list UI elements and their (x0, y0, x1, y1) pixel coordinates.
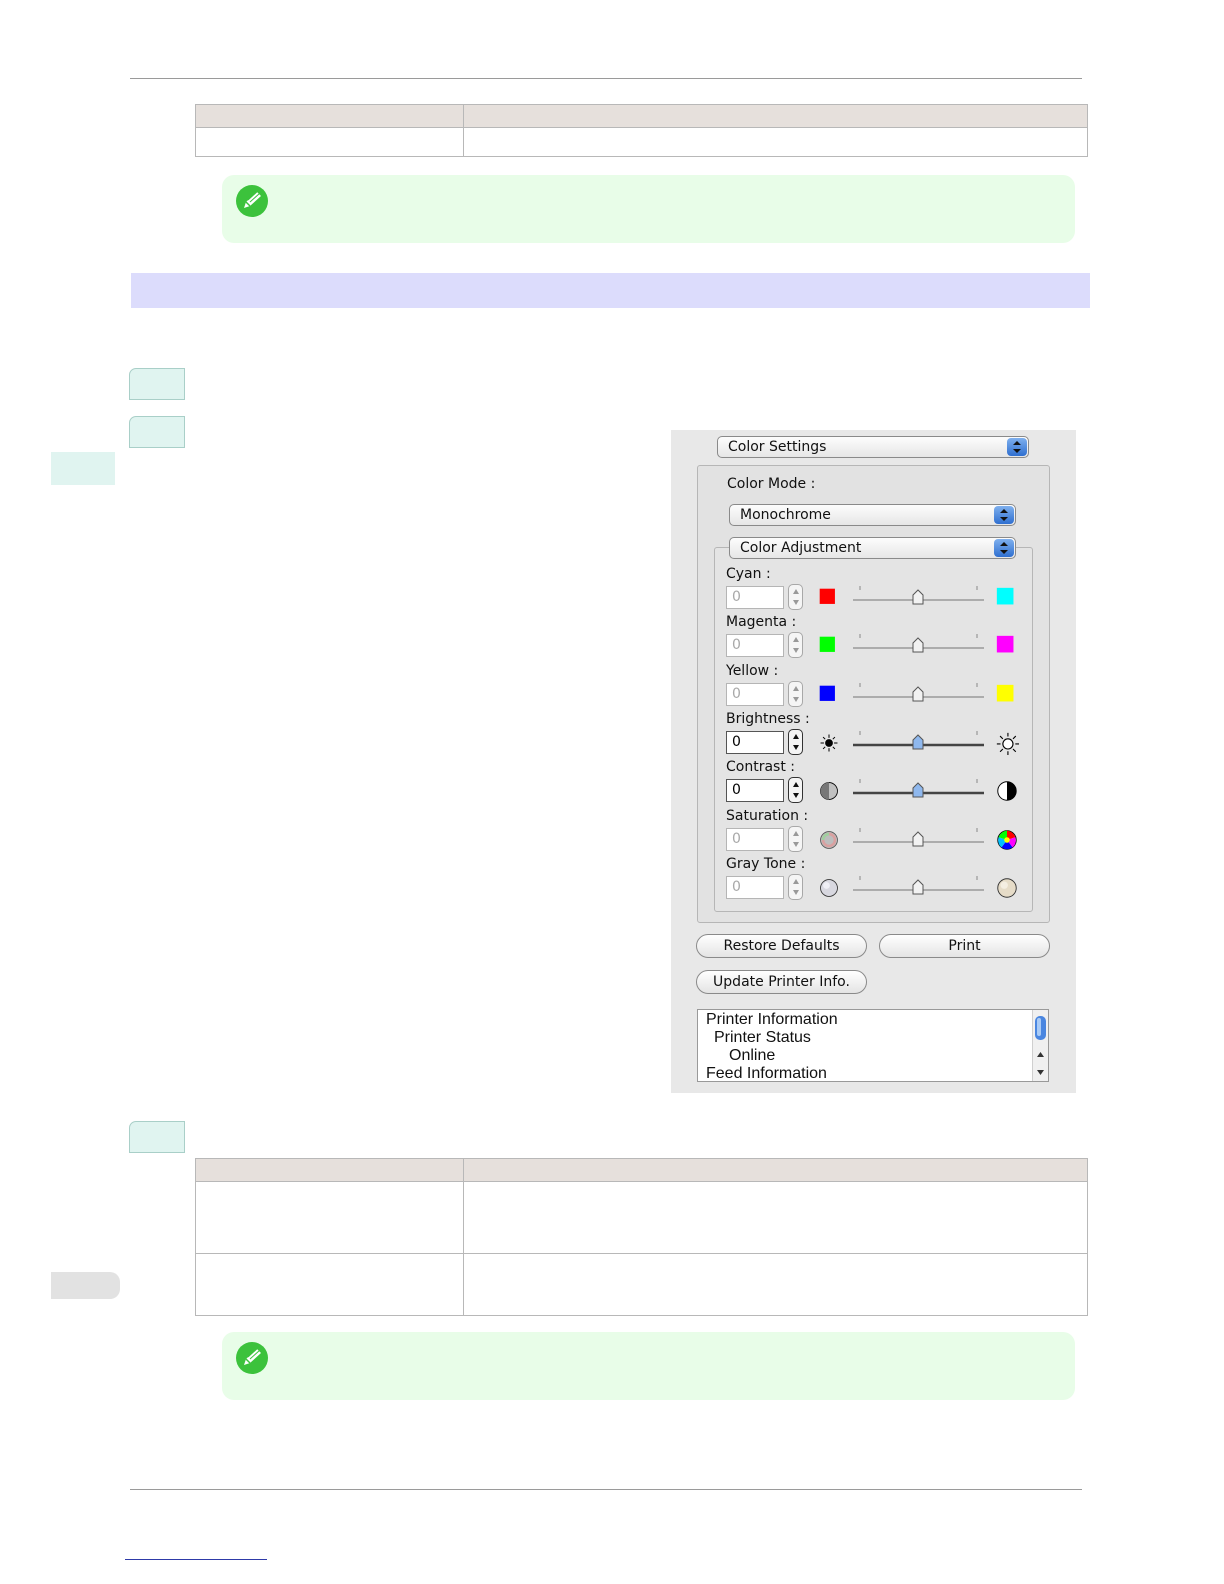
adjustment-value-field[interactable]: 0 (726, 731, 784, 754)
table-cell (463, 1253, 1088, 1316)
settings-table-top (195, 104, 1088, 157)
adjustment-value-field[interactable]: 0 (726, 683, 784, 706)
list-item: Feed Information (706, 1065, 827, 1082)
section-heading-bar (131, 273, 1090, 308)
adjustment-stepper[interactable] (788, 826, 803, 852)
printer-info-list[interactable]: Printer Information Printer Status Onlin… (697, 1009, 1049, 1082)
adjustment-slider[interactable] (851, 774, 986, 804)
note-pencil-icon (236, 185, 268, 217)
table-header-cell (195, 1158, 464, 1182)
note-pencil-icon (236, 1342, 268, 1374)
popup-arrows-icon (1007, 438, 1027, 456)
note-box (222, 175, 1075, 243)
adjustment-label: Contrast : (726, 759, 795, 775)
yellow-swatch-icon (996, 684, 1014, 702)
adjustment-stepper[interactable] (788, 729, 803, 755)
color-mode-select[interactable]: Monochrome (729, 504, 1016, 526)
settings-table-bottom (195, 1158, 1088, 1316)
adjustment-slider[interactable] (851, 629, 986, 659)
restore-defaults-button[interactable]: Restore Defaults (696, 934, 867, 958)
gray-tone-cool-icon (820, 879, 838, 897)
panel-popup[interactable]: Color Settings (717, 436, 1029, 458)
saturation-low-icon (820, 831, 838, 849)
contrast-low-icon (820, 782, 838, 800)
update-printer-info-button[interactable]: Update Printer Info. (696, 970, 867, 994)
color-adjustment-label: Color Adjustment (740, 540, 862, 556)
blue-swatch-icon (819, 685, 835, 701)
table-cell (195, 127, 464, 157)
red-swatch-icon (819, 588, 835, 604)
footer-rule (130, 1489, 1082, 1490)
table-cell (195, 1253, 464, 1316)
adjustment-slider[interactable] (851, 581, 986, 611)
table-header-cell (463, 104, 1088, 128)
adjustment-value-field[interactable]: 0 (726, 876, 784, 899)
adjustment-value-field[interactable]: 0 (726, 779, 784, 802)
color-settings-dialog: Color Settings Color Mode : Monochrome C… (671, 430, 1076, 1093)
adjustment-stepper[interactable] (788, 681, 803, 707)
adjustment-value-field[interactable]: 0 (726, 634, 784, 657)
list-item: Printer Information (706, 1011, 838, 1028)
footer-link-underline[interactable] (125, 1559, 267, 1560)
adjustment-label: Cyan : (726, 566, 771, 582)
adjustment-slider[interactable] (851, 726, 986, 756)
adjustment-stepper[interactable] (788, 632, 803, 658)
table-header-cell (195, 104, 464, 128)
adjustment-slider[interactable] (851, 871, 986, 901)
adjustment-label: Magenta : (726, 614, 797, 630)
adjustment-stepper[interactable] (788, 777, 803, 803)
popup-arrows-icon (994, 506, 1014, 524)
list-item: Online (729, 1047, 776, 1064)
adjustment-stepper[interactable] (788, 584, 803, 610)
cyan-swatch-icon (996, 587, 1014, 605)
table-header-cell (463, 1158, 1088, 1182)
adjustment-label: Gray Tone : (726, 856, 806, 872)
table-cell (463, 1181, 1088, 1254)
step-marker-1 (129, 368, 185, 400)
contrast-high-icon (997, 781, 1017, 801)
magenta-swatch-icon (996, 635, 1014, 653)
green-swatch-icon (819, 636, 835, 652)
adjustment-label: Saturation : (726, 808, 809, 824)
adjustment-slider[interactable] (851, 823, 986, 853)
print-button[interactable]: Print (879, 934, 1050, 958)
step-marker-2 (129, 416, 185, 448)
header-rule (130, 78, 1082, 79)
chapter-side-tab (51, 452, 115, 485)
adjustment-value-field[interactable]: 0 (726, 586, 784, 609)
table-cell (463, 127, 1088, 157)
adjustment-label: Brightness : (726, 711, 810, 727)
list-scrollbar[interactable] (1032, 1010, 1048, 1081)
brightness-low-icon (820, 734, 838, 752)
saturation-high-icon (997, 830, 1017, 850)
color-mode-label: Color Mode : (727, 476, 816, 492)
brightness-high-icon (996, 732, 1019, 755)
color-mode-value: Monochrome (740, 507, 831, 523)
step-marker-3 (129, 1121, 185, 1153)
color-adjustment-select[interactable]: Color Adjustment (729, 537, 1016, 559)
adjustment-label: Yellow : (726, 663, 779, 679)
panel-popup-label: Color Settings (728, 439, 827, 455)
popup-arrows-icon (994, 539, 1014, 557)
list-item: Printer Status (714, 1029, 811, 1046)
table-cell (195, 1181, 464, 1254)
gray-tone-warm-icon (997, 878, 1017, 898)
note-box (222, 1332, 1075, 1400)
adjustment-stepper[interactable] (788, 874, 803, 900)
page-side-tab (51, 1272, 120, 1299)
adjustment-value-field[interactable]: 0 (726, 828, 784, 851)
adjustment-slider[interactable] (851, 678, 986, 708)
